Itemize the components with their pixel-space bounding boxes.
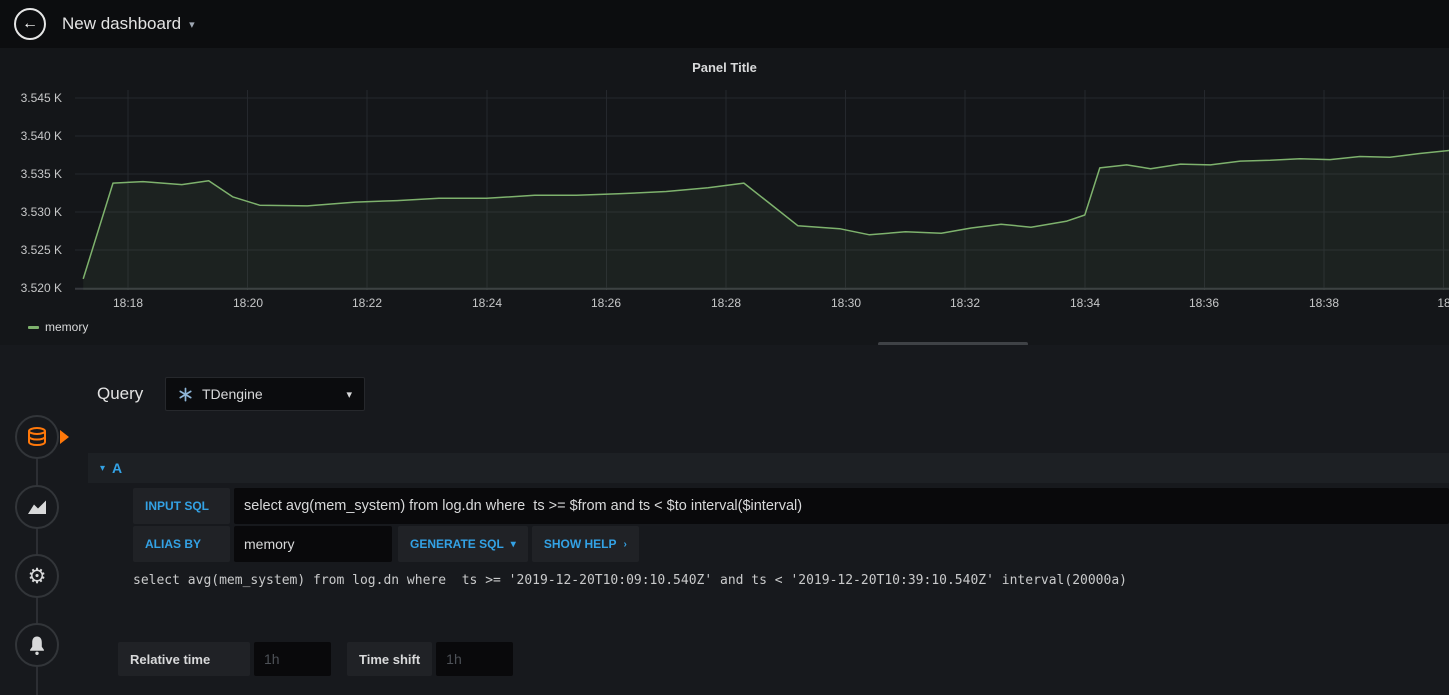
query-row-header[interactable]: ▾ A: [88, 453, 1449, 483]
show-help-label: SHOW HELP: [543, 537, 617, 551]
tab-visualization[interactable]: [15, 485, 59, 529]
tdengine-logo-icon: [179, 387, 192, 401]
relative-time-input[interactable]: [254, 642, 331, 676]
y-tick-label: 3.535 K: [20, 167, 62, 181]
legend-series-label: memory: [45, 320, 89, 334]
y-tick-label: 3.540 K: [20, 129, 62, 143]
chevron-down-icon: ▾: [510, 538, 516, 550]
y-axis: 3.545 K 3.540 K 3.535 K 3.530 K 3.525 K 3.520…: [0, 90, 64, 295]
query-section-title: Query: [97, 384, 144, 403]
dashboard-title: New dashboard: [62, 14, 182, 33]
x-tick-label: 18:38: [1308, 296, 1340, 310]
tab-alert[interactable]: [15, 623, 59, 667]
x-tick-label: 18:36: [1188, 296, 1220, 310]
x-tick-label: 18: [1437, 296, 1449, 310]
chevron-down-icon: ▾: [189, 18, 195, 31]
tab-queries[interactable]: [15, 415, 59, 459]
x-tick-label: 18:32: [949, 296, 981, 310]
y-tick-label: 3.525 K: [20, 243, 62, 257]
show-help-button[interactable]: SHOW HELP ›: [531, 526, 639, 562]
chart-area: [75, 90, 1449, 290]
bell-icon: [30, 636, 44, 655]
time-shift-input[interactable]: [436, 642, 514, 676]
x-tick-label: 18:22: [351, 296, 383, 310]
alias-by-field[interactable]: [234, 526, 392, 562]
collapse-caret-icon: ▾: [100, 462, 106, 474]
tab-general[interactable]: ⚙: [15, 554, 59, 598]
database-icon: [28, 427, 46, 447]
alias-by-label: ALIAS BY: [133, 526, 230, 562]
x-tick-label: 18:30: [830, 296, 862, 310]
y-tick-label: 3.530 K: [20, 205, 62, 219]
y-tick-label: 3.520 K: [20, 281, 62, 295]
generate-sql-label: GENERATE SQL: [410, 537, 504, 551]
y-tick-label: 3.545 K: [20, 91, 62, 105]
relative-time-label: Relative time: [118, 642, 250, 676]
generated-sql-preview: select avg(mem_system) from log.dn where…: [133, 573, 1127, 588]
panel-editor: ⚙ Query TDengine ▾ ▾ A INPUT SQL ALIAS B…: [0, 345, 1449, 695]
generate-sql-button[interactable]: GENERATE SQL ▾: [398, 526, 528, 562]
x-axis: 18:18 18:20 18:22 18:24 18:26 18:28 18:30 18:32…: [75, 296, 1449, 312]
query-ref-id: A: [112, 460, 123, 476]
datasource-name: TDengine: [202, 386, 263, 402]
input-sql-row: INPUT SQL: [133, 488, 1449, 524]
x-tick-label: 18:20: [232, 296, 264, 310]
top-nav: ← New dashboard ▾: [0, 0, 1449, 48]
chart-svg: [75, 90, 1449, 290]
x-tick-label: 18:24: [471, 296, 503, 310]
input-sql-label: INPUT SQL: [133, 488, 230, 524]
dashboard-title-dropdown[interactable]: New dashboard ▾: [62, 14, 195, 34]
datasource-picker[interactable]: TDengine ▾: [165, 377, 365, 411]
active-tab-arrow-icon: [60, 430, 69, 444]
alias-by-row: ALIAS BY GENERATE SQL ▾ SHOW HELP ›: [133, 526, 1449, 562]
graph-icon: [28, 500, 46, 514]
input-sql-field[interactable]: [234, 488, 1449, 524]
x-tick-label: 18:26: [590, 296, 622, 310]
x-tick-label: 18:28: [710, 296, 742, 310]
x-tick-label: 18:18: [112, 296, 144, 310]
legend[interactable]: memory: [28, 320, 88, 334]
gear-icon: ⚙: [27, 563, 47, 588]
graph-panel: Panel Title 3.545 K 3.540 K 3.535 K 3.530 K…: [0, 48, 1449, 346]
legend-series-color: [28, 325, 39, 329]
back-arrow-icon: ←: [22, 15, 38, 32]
chevron-down-icon: ▾: [346, 388, 352, 401]
x-tick-label: 18:34: [1069, 296, 1101, 310]
panel-title: Panel Title: [692, 60, 757, 75]
query-options-row: Relative time Time shift: [118, 642, 514, 676]
back-button[interactable]: ←: [14, 8, 46, 40]
chevron-right-icon: ›: [623, 538, 627, 550]
time-shift-label: Time shift: [347, 642, 433, 676]
